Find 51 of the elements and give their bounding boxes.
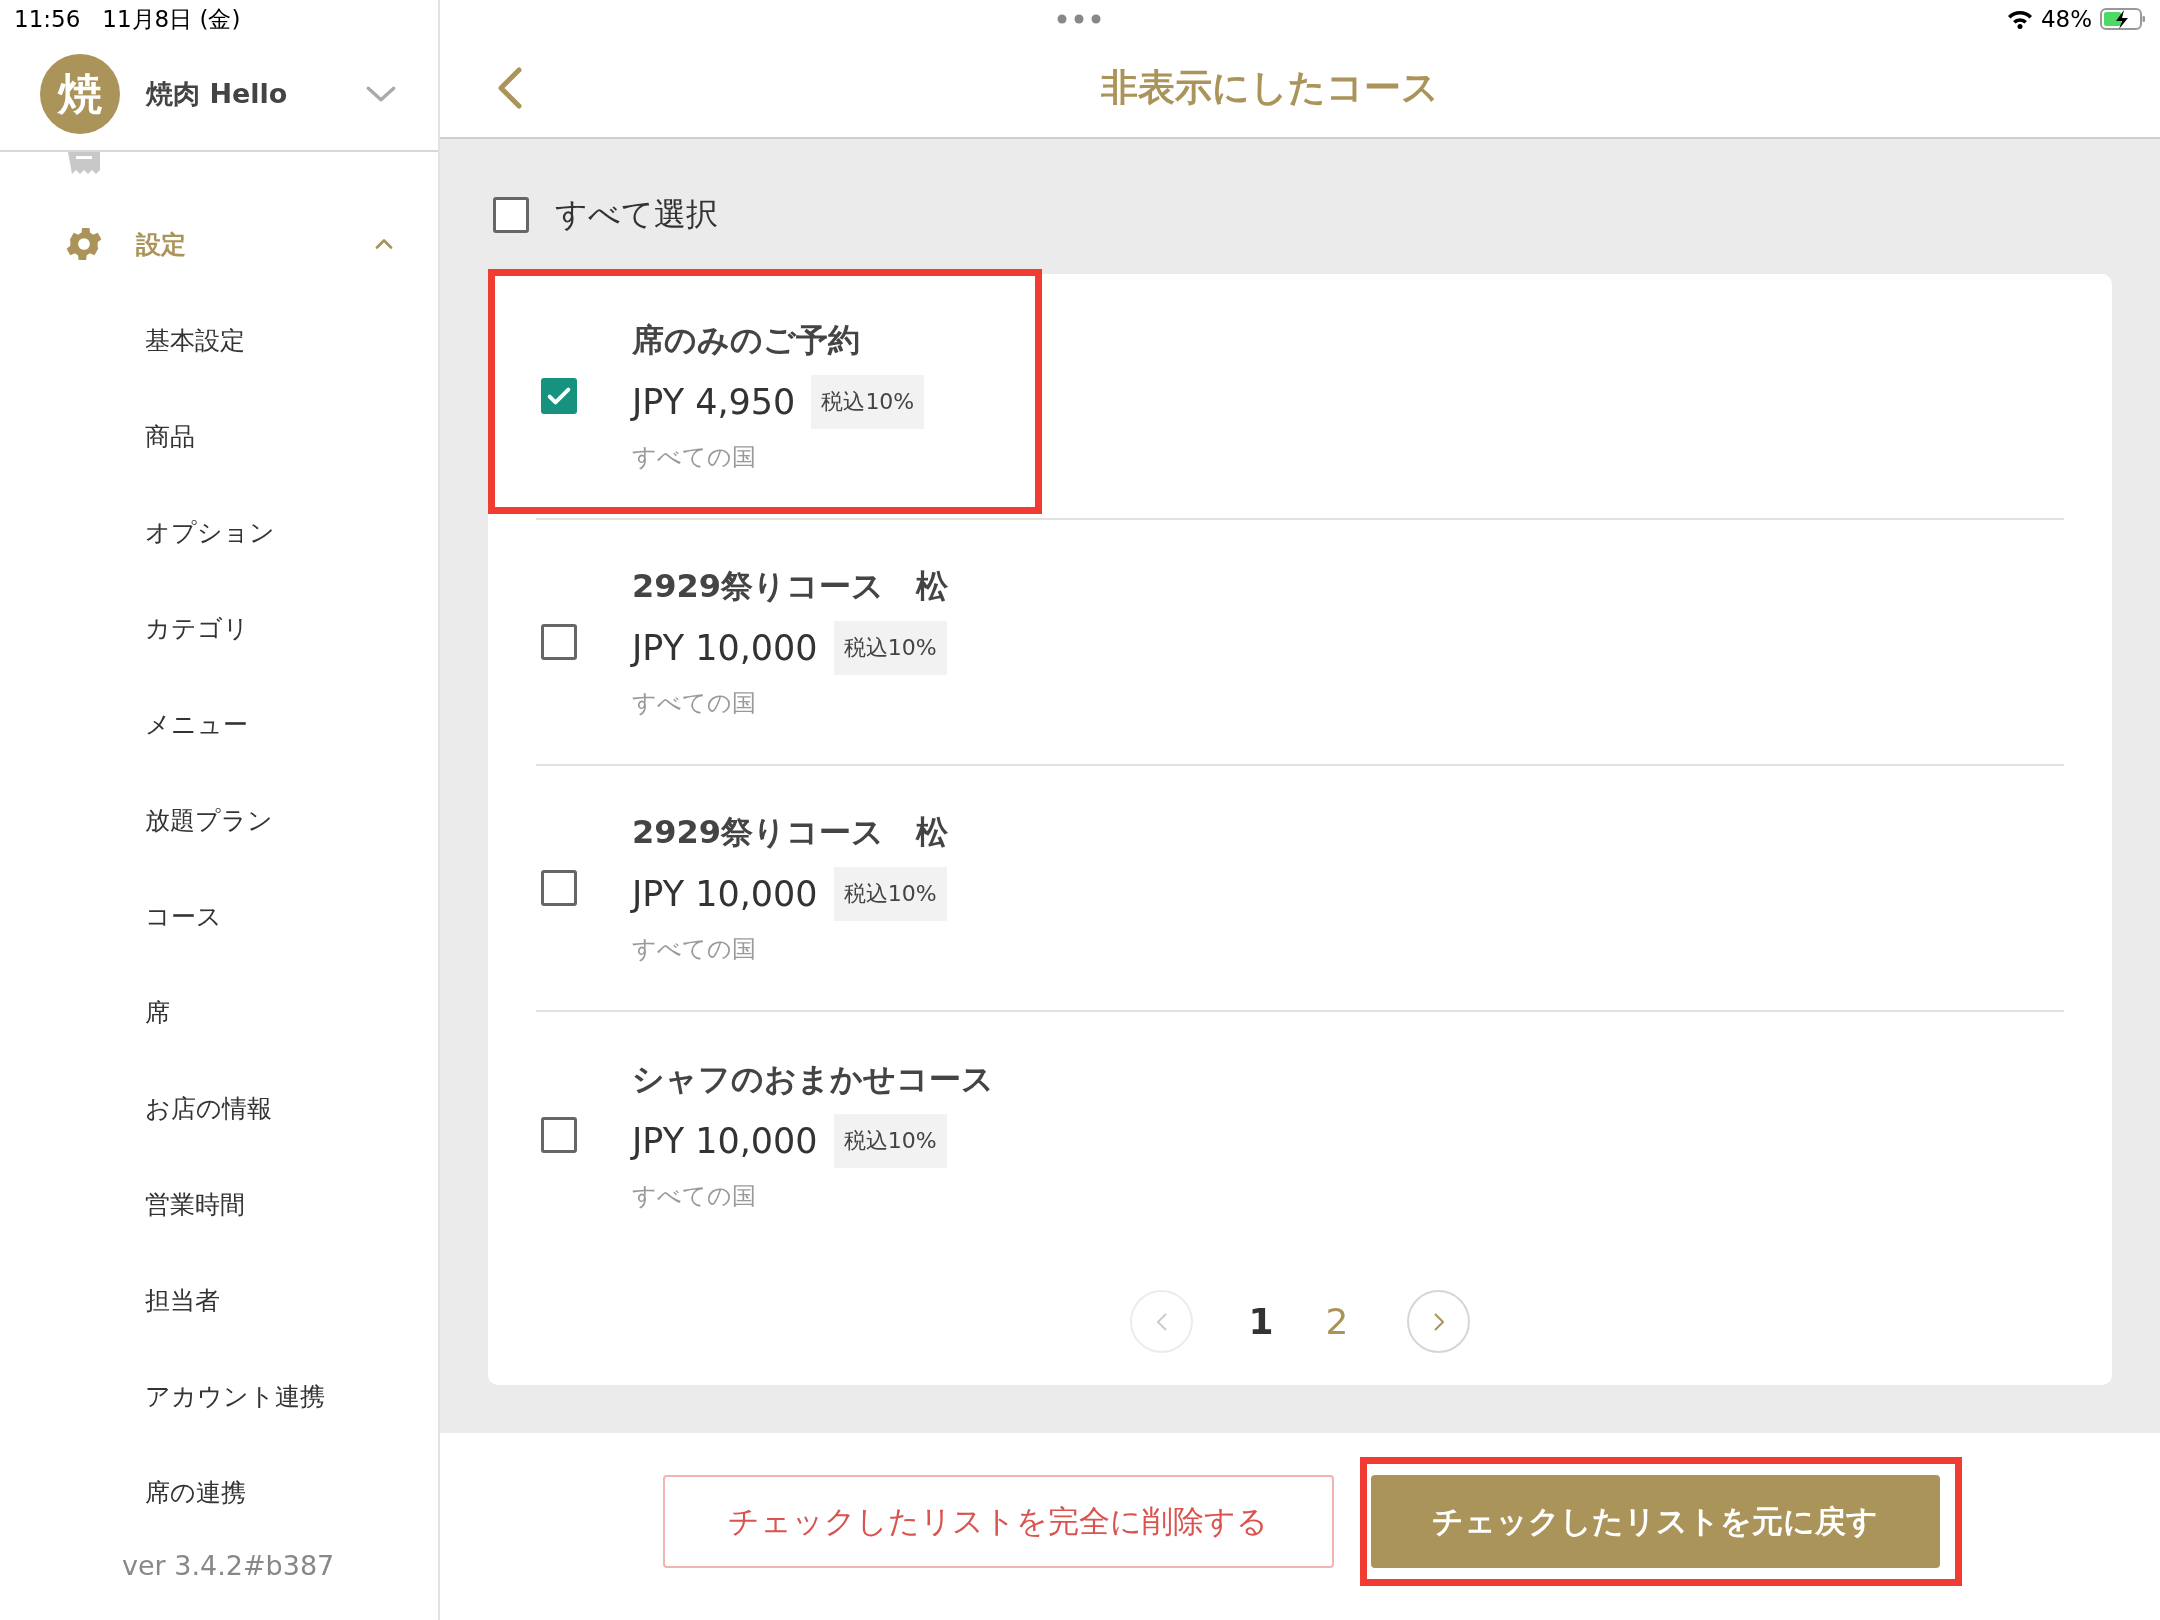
- version-text: ver 3.4.2#b387: [121, 1550, 336, 1581]
- battery-charging-icon: [2100, 8, 2146, 30]
- sidebar-item[interactable]: オプション: [0, 484, 438, 580]
- tax-tag: 税込10%: [833, 621, 947, 675]
- wifi-icon: [2006, 9, 2033, 29]
- more-dots-icon: [1057, 14, 1101, 24]
- settings-label: 設定: [136, 228, 187, 261]
- sidebar-item[interactable]: アカウント連携: [0, 1348, 438, 1444]
- course-region: すべての国: [632, 934, 757, 965]
- receipt-icon: [68, 152, 100, 174]
- shop-name: 焼肉 Hello: [146, 77, 289, 111]
- course-name: 2929祭りコース 松: [632, 566, 949, 607]
- course-checkbox[interactable]: [541, 870, 577, 906]
- course-name: シャフのおまかせコース: [632, 1059, 994, 1100]
- status-time: 11:56: [14, 6, 81, 32]
- course-checkbox[interactable]: [541, 624, 577, 660]
- select-all-label: すべて選択: [555, 194, 718, 235]
- page-title: 非表示にしたコース: [1100, 64, 1440, 111]
- course-name: 2929祭りコース 松: [632, 812, 949, 853]
- sidebar-item[interactable]: メニュー: [0, 676, 438, 772]
- sidebar-item[interactable]: 基本設定: [0, 292, 438, 388]
- sidebar-item[interactable]: 商品: [0, 388, 438, 484]
- course-price: JPY 10,000: [632, 1121, 818, 1161]
- sidebar-item[interactable]: 放題プラン: [0, 772, 438, 868]
- shop-avatar: 焼: [40, 54, 120, 134]
- sidebar-item[interactable]: 席の連携: [0, 1444, 438, 1540]
- course-checkbox[interactable]: [541, 378, 577, 414]
- chevron-left-icon: [1156, 1312, 1167, 1331]
- delete-button[interactable]: チェックしたリストを完全に削除する: [662, 1475, 1334, 1568]
- tax-tag: 税込10%: [833, 1114, 947, 1168]
- sidebar-item[interactable]: 席: [0, 964, 438, 1060]
- course-name: 席のみのご予約: [632, 320, 861, 361]
- sidebar-item[interactable]: コース: [0, 868, 438, 964]
- course-price: JPY 4,950: [632, 382, 796, 422]
- status-date: 11月8日 (金): [102, 4, 241, 34]
- tax-tag: 税込10%: [811, 375, 925, 429]
- tax-tag: 税込10%: [833, 867, 947, 921]
- sidebar-item[interactable]: カテゴリ: [0, 580, 438, 676]
- chevron-right-icon: [1433, 1312, 1444, 1331]
- sidebar-item[interactable]: お店の情報: [0, 1060, 438, 1156]
- page-number[interactable]: 1: [1223, 1301, 1299, 1342]
- course-region: すべての国: [632, 442, 757, 473]
- select-all-checkbox[interactable]: [493, 197, 529, 233]
- course-price: JPY 10,000: [632, 874, 818, 914]
- battery-percent: 48%: [2040, 6, 2092, 32]
- sidebar-item[interactable]: 営業時間: [0, 1156, 438, 1252]
- course-price: JPY 10,000: [632, 628, 818, 668]
- sidebar-item[interactable]: 担当者: [0, 1252, 438, 1348]
- course-region: すべての国: [632, 1181, 757, 1212]
- course-checkbox[interactable]: [541, 1117, 577, 1153]
- course-region: すべての国: [632, 688, 757, 719]
